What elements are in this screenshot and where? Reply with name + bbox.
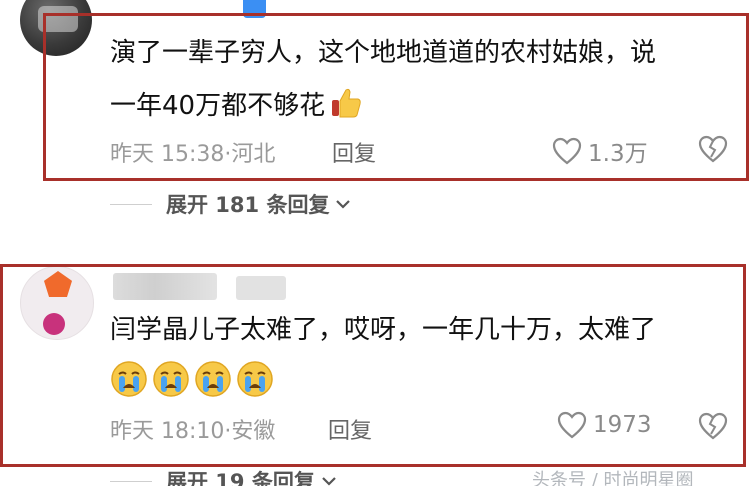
crying-face-icon xyxy=(111,361,147,397)
chevron-down-icon xyxy=(336,200,351,209)
expand-replies-label: 展开 181 条回复 xyxy=(166,193,330,217)
like-count: 1973 xyxy=(593,412,652,438)
heart-icon xyxy=(552,137,582,165)
reply-button[interactable]: 回复 xyxy=(328,413,372,445)
heart-icon xyxy=(557,411,587,439)
crying-face-icon xyxy=(195,361,231,397)
expand-replies-button[interactable]: 展开 19 条回复 xyxy=(110,466,337,486)
like-button[interactable]: 1973 xyxy=(557,411,652,439)
divider-line xyxy=(110,480,152,482)
comment-text-line1: 闫学晶儿子太难了，哎呀，一年几十万，太难了 xyxy=(110,315,657,345)
crying-face-icon xyxy=(237,361,273,397)
comment-time: 昨天 18:10 xyxy=(110,419,225,444)
comment-meta: 昨天 15:38·河北 xyxy=(110,136,275,168)
comment-text-line2: 一年40万都不够花 xyxy=(110,86,363,125)
broken-heart-icon xyxy=(698,135,728,163)
emoji-row xyxy=(110,360,274,398)
watermark: 头条号 / 时尚明星圈 xyxy=(532,470,694,486)
comment-meta: 昨天 18:10·安徽 xyxy=(110,413,275,445)
thumbs-up-icon xyxy=(329,86,363,125)
comment-text: 一年40万都不够花 xyxy=(110,90,326,121)
crying-face-icon xyxy=(153,361,189,397)
comment-text-line1: 演了一辈子穷人，这个地地道道的农村姑娘，说 xyxy=(110,38,657,68)
divider-line xyxy=(110,203,152,205)
expand-replies-button[interactable]: 展开 181 条回复 xyxy=(110,189,351,219)
dislike-button[interactable] xyxy=(697,134,729,168)
like-button[interactable]: 1.3万 xyxy=(552,134,648,168)
chevron-down-icon xyxy=(322,477,336,486)
comment-location: 河北 xyxy=(231,142,276,167)
broken-heart-icon xyxy=(698,412,728,440)
comment-list: 演了一辈子穷人，这个地地道道的农村姑娘，说 一年40万都不够花 昨天 15:38… xyxy=(0,0,751,486)
expand-replies-label: 展开 19 条回复 xyxy=(166,470,315,486)
like-count: 1.3万 xyxy=(588,141,648,167)
comment-time: 昨天 15:38 xyxy=(110,142,225,167)
dislike-button[interactable] xyxy=(697,411,729,445)
comment-location: 安徽 xyxy=(231,419,276,444)
reply-button[interactable]: 回复 xyxy=(332,136,376,168)
